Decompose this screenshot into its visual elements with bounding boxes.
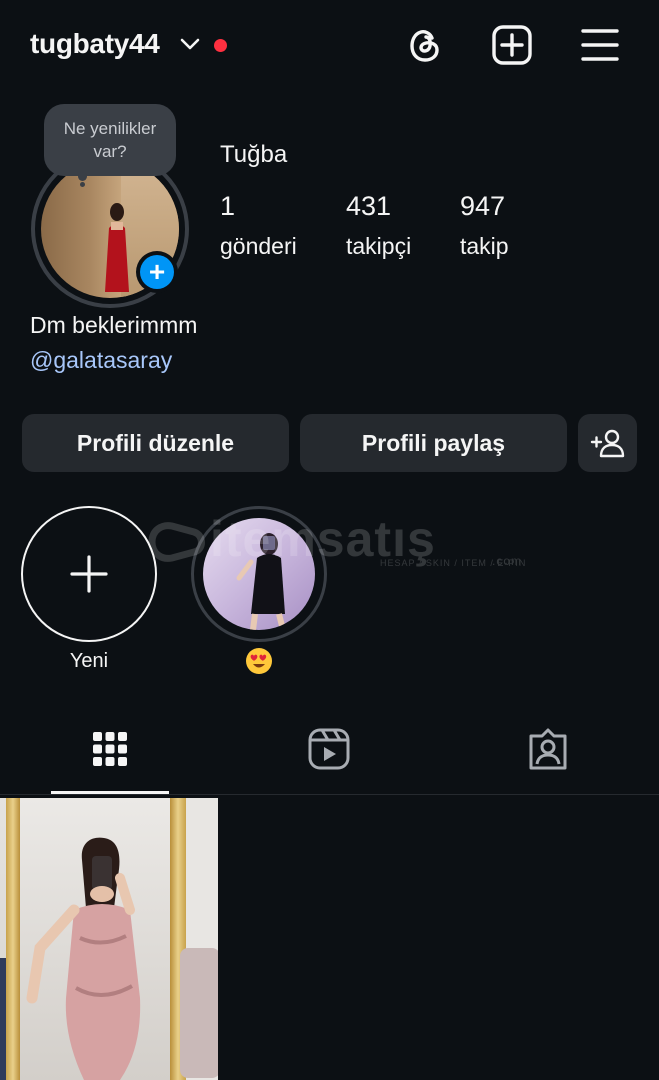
reels-tab[interactable]: [304, 724, 354, 774]
note-bubble[interactable]: Ne yenilikler var?: [44, 104, 176, 176]
chevron-down-icon[interactable]: [179, 36, 201, 52]
highlight-cover[interactable]: [203, 518, 315, 630]
share-profile-button[interactable]: Profili paylaş: [300, 414, 567, 472]
menu-icon[interactable]: [579, 24, 621, 66]
create-post-icon[interactable]: [491, 24, 533, 66]
notification-dot: [214, 39, 227, 52]
following-count[interactable]: 947: [460, 191, 505, 222]
add-person-icon: [590, 429, 624, 458]
following-label[interactable]: takip: [460, 233, 509, 260]
edit-profile-button[interactable]: Profili düzenle: [22, 414, 289, 472]
note-tail: [78, 172, 87, 181]
followers-count[interactable]: 431: [346, 191, 391, 222]
tagged-icon: [529, 728, 567, 770]
reels-icon: [308, 728, 350, 770]
username-switcher[interactable]: tugbaty44: [30, 28, 160, 60]
posts-grid-tab[interactable]: [85, 724, 135, 774]
post-thumbnail[interactable]: [0, 798, 218, 1080]
new-highlight-button[interactable]: [21, 506, 157, 642]
full-name: Tuğba: [220, 141, 288, 168]
note-tail-small: [80, 182, 85, 187]
bio-mention-link[interactable]: @galatasaray: [30, 347, 172, 374]
discover-people-button[interactable]: [578, 414, 637, 472]
followers-label[interactable]: takipçi: [346, 233, 411, 260]
heart-eyes-emoji-icon: [246, 648, 272, 674]
watermark-tagline: HESAP / SKIN / ITEM / E-PIN: [380, 558, 527, 568]
tagged-tab[interactable]: [523, 724, 573, 774]
posts-grid-icon: [93, 732, 127, 766]
plus-icon: [70, 555, 108, 593]
bio-text: Dm beklerimmm: [30, 312, 198, 338]
threads-icon[interactable]: [404, 24, 446, 66]
watermark-domain: .com: [492, 554, 523, 568]
highlight-label-new: Yeni: [69, 650, 109, 672]
profile-screen: tugbaty44 + Ne yenilikler var? Tuğba 1 g…: [0, 0, 659, 1080]
top-bar: tugbaty44: [0, 0, 659, 92]
posts-label: gönderi: [220, 233, 297, 259]
tabs-divider: [0, 794, 659, 795]
plus-icon: +: [140, 255, 174, 289]
posts-count: 1: [220, 191, 236, 221]
add-story-button[interactable]: +: [136, 251, 178, 293]
